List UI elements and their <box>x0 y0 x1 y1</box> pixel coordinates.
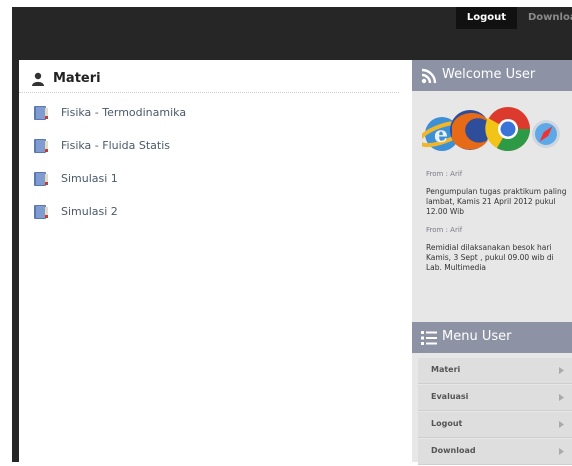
menu-item-download[interactable]: Download <box>418 439 572 465</box>
materi-link[interactable]: Simulasi 2 <box>61 205 118 218</box>
menu-item-label: Download <box>431 446 476 455</box>
materi-link[interactable]: Fisika - Termodinamika <box>61 106 186 119</box>
materi-item[interactable]: Fisika - Fluida Statis <box>19 129 399 162</box>
arrow-right-icon <box>559 367 564 374</box>
materi-item[interactable]: Simulasi 2 <box>19 195 399 228</box>
menu-item-label: Evaluasi <box>431 392 469 401</box>
message-body: Remidial dilaksanakan besok hari Kamis, … <box>426 243 554 272</box>
message-sender: From : Arif <box>426 226 463 234</box>
nav-logout-link[interactable]: Logout <box>455 7 517 29</box>
message-body: Pengumpulan tugas praktikum paling lamba… <box>426 187 567 216</box>
menu-header: Menu User <box>412 322 572 353</box>
menu-item-materi[interactable]: Materi <box>418 358 572 384</box>
menu-title: Menu User <box>442 329 512 344</box>
materi-item[interactable]: Fisika - Termodinamika <box>19 96 399 129</box>
rss-icon <box>421 68 437 84</box>
materi-item[interactable]: Simulasi 1 <box>19 162 399 195</box>
arrow-right-icon <box>559 394 564 401</box>
arrow-right-icon <box>559 448 564 455</box>
materi-header: Materi <box>19 66 399 93</box>
message-list: From : Arif Pengumpulan tugas praktikum … <box>426 170 572 282</box>
list-icon <box>421 331 437 345</box>
book-icon <box>34 139 48 153</box>
materi-link[interactable]: Fisika - Fluida Statis <box>61 139 170 152</box>
materi-list: Fisika - Termodinamika Fisika - Fluida S… <box>19 96 399 228</box>
top-bar: Logout Download <box>12 7 572 60</box>
menu-item-label: Logout <box>431 419 463 428</box>
page-title: Materi <box>53 71 101 86</box>
welcome-header: Welcome User <box>412 60 572 91</box>
sidebar: Welcome User e From : Arif Pengumpulan t… <box>412 60 572 465</box>
menu-item-evaluasi[interactable]: Evaluasi <box>418 385 572 411</box>
materi-link[interactable]: Simulasi 1 <box>61 172 118 185</box>
book-icon <box>34 172 48 186</box>
browser-logos: e <box>422 107 560 151</box>
book-icon <box>34 205 48 219</box>
top-nav: Logout Download <box>455 7 572 29</box>
welcome-title: Welcome User <box>442 67 536 82</box>
menu-item-logout[interactable]: Logout <box>418 412 572 438</box>
message-sender: From : Arif <box>426 170 463 178</box>
user-menu: Materi Evaluasi Logout Download <box>418 358 572 466</box>
svg-text:e: e <box>434 122 448 148</box>
menu-item-label: Materi <box>431 365 461 374</box>
main-content: Materi Fisika - Termodinamika Fisika - F… <box>19 60 409 462</box>
arrow-right-icon <box>559 421 564 428</box>
nav-download-link[interactable]: Download <box>517 7 572 29</box>
left-frame-border <box>12 60 19 462</box>
book-icon <box>34 106 48 120</box>
user-icon <box>32 72 44 86</box>
